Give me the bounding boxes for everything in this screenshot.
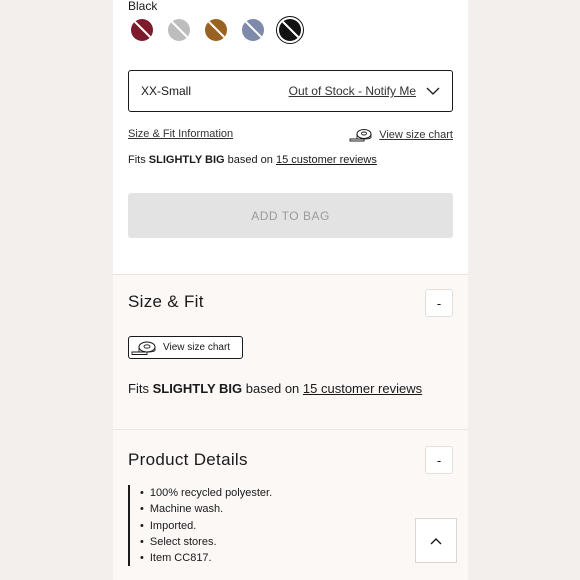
fit-verdict: SLIGHTLY BIG [148, 154, 225, 166]
fit-summary: Fits SLIGHTLY BIG based on 15 customer r… [128, 154, 377, 166]
color-swatch-black[interactable] [276, 16, 304, 44]
add-to-bag-button[interactable]: ADD TO BAG [128, 193, 453, 238]
fit-prefix: Fits [128, 154, 146, 166]
customer-reviews-link[interactable]: 15 customer reviews [276, 154, 377, 166]
color-swatch-burgundy[interactable] [128, 16, 156, 44]
color-swatch-brown[interactable] [202, 16, 230, 44]
list-item: Machine wash. [140, 501, 272, 517]
size-fit-collapse-button[interactable]: - [425, 289, 453, 317]
view-size-chart-label: View size chart [379, 129, 453, 141]
view-size-chart-link[interactable]: View size chart [349, 128, 453, 142]
customer-reviews-link[interactable]: 15 customer reviews [303, 381, 422, 396]
product-details-heading: Product Details [128, 450, 248, 469]
size-fit-info-link[interactable]: Size & Fit Information [128, 128, 233, 140]
size-links-row: Size & Fit Information View size chart [128, 128, 453, 142]
color-swatches [128, 16, 304, 44]
product-details-collapse-button[interactable]: - [425, 446, 453, 474]
scroll-to-top-button[interactable] [415, 518, 457, 563]
fit-middle: based on [227, 154, 273, 166]
list-item: 100% recycled polyester. [140, 485, 272, 501]
product-details-list: 100% recycled polyester. Machine wash. I… [128, 485, 272, 567]
size-fit-heading: Size & Fit [128, 292, 204, 311]
tape-measure-icon [349, 129, 372, 142]
list-item: Item CC817. [140, 550, 272, 566]
fit-prefix: Fits [128, 381, 149, 396]
size-fit-panel: Size & Fit - View size chart Fits SLIGHT… [113, 274, 468, 429]
fit-summary-large: Fits SLIGHTLY BIG based on 15 customer r… [128, 381, 422, 396]
fit-middle: based on [245, 381, 300, 396]
view-size-chart-button[interactable]: View size chart [128, 336, 243, 359]
tape-measure-icon [131, 341, 156, 355]
chevron-down-icon [426, 87, 440, 95]
list-item: Select stores. [140, 534, 272, 550]
color-swatch-slate-blue[interactable] [239, 16, 267, 44]
list-item: Imported. [140, 518, 272, 534]
fit-verdict: SLIGHTLY BIG [152, 381, 243, 396]
size-value: XX-Small [141, 84, 192, 98]
color-swatch-light-gray[interactable] [165, 16, 193, 44]
view-size-chart-label: View size chart [163, 342, 231, 353]
selected-color-label: Black [128, 0, 158, 13]
notify-me-link[interactable]: Out of Stock - Notify Me [289, 84, 416, 98]
chevron-up-icon [430, 537, 442, 544]
size-dropdown[interactable]: XX-Small Out of Stock - Notify Me [128, 70, 453, 112]
